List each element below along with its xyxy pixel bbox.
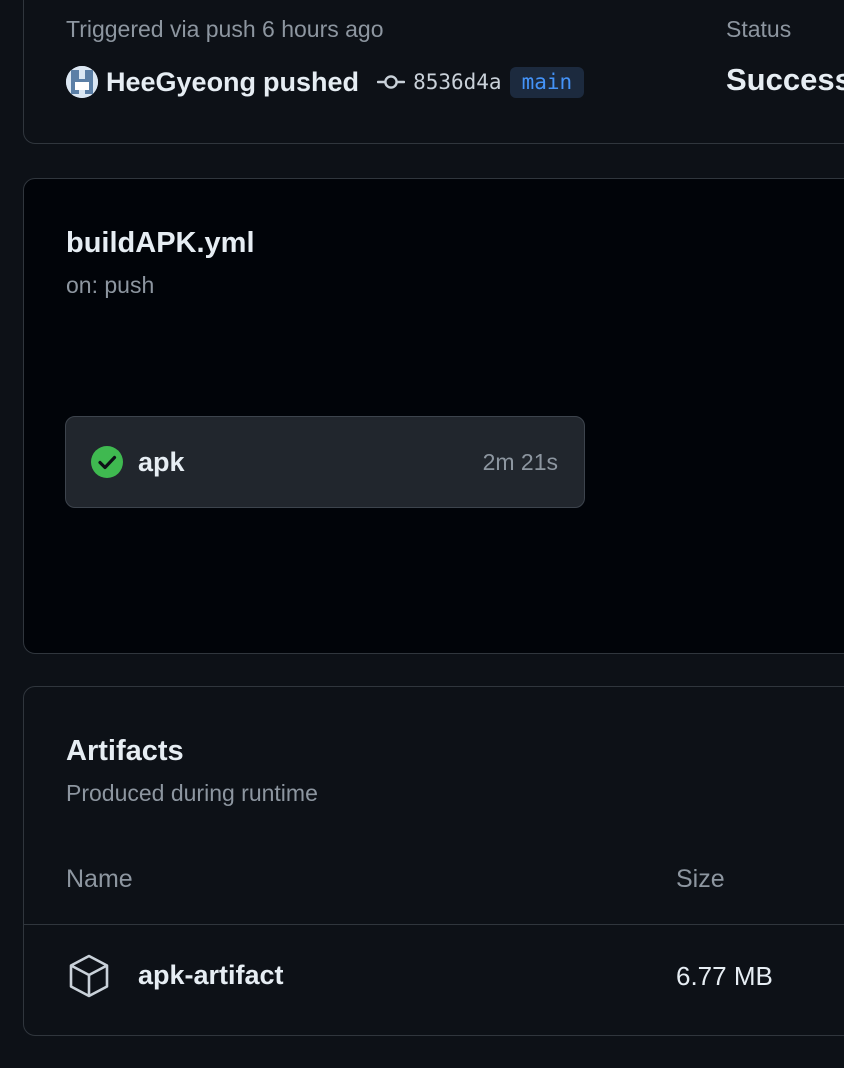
status-label: Status bbox=[726, 16, 792, 42]
column-header-name: Name bbox=[66, 865, 133, 893]
commit-sha-link[interactable]: 8536d4a bbox=[413, 70, 502, 94]
push-info-row: HeeGyeong pushed 8536d4a main bbox=[66, 64, 585, 100]
git-commit-icon bbox=[377, 75, 406, 89]
column-header-size: Size bbox=[676, 865, 725, 893]
workflow-file-name: buildAPK.yml bbox=[66, 227, 255, 259]
check-circle-fill-icon bbox=[91, 446, 123, 478]
artifact-name-link[interactable]: apk-artifact bbox=[138, 960, 284, 991]
avatar[interactable] bbox=[66, 66, 98, 98]
workflow-run-page: Triggered via push 6 hours ago Status Su… bbox=[0, 0, 844, 1068]
job-duration: 2m 21s bbox=[482, 448, 558, 475]
job-name: apk bbox=[138, 446, 185, 477]
job-apk[interactable]: apk 2m 21s bbox=[65, 416, 585, 508]
table-divider bbox=[24, 924, 844, 925]
branch-badge[interactable]: main bbox=[509, 66, 585, 98]
status-value: Success bbox=[726, 62, 844, 97]
push-action-text: pushed bbox=[263, 66, 360, 97]
artifact-size: 6.77 MB bbox=[676, 961, 773, 991]
workflow-trigger-event: on: push bbox=[66, 272, 155, 298]
pusher-name[interactable]: HeeGyeong bbox=[106, 67, 256, 98]
trigger-text: Triggered via push 6 hours ago bbox=[66, 16, 384, 42]
package-icon bbox=[69, 954, 109, 998]
artifacts-subtitle: Produced during runtime bbox=[66, 780, 318, 806]
artifacts-title: Artifacts bbox=[66, 735, 184, 767]
